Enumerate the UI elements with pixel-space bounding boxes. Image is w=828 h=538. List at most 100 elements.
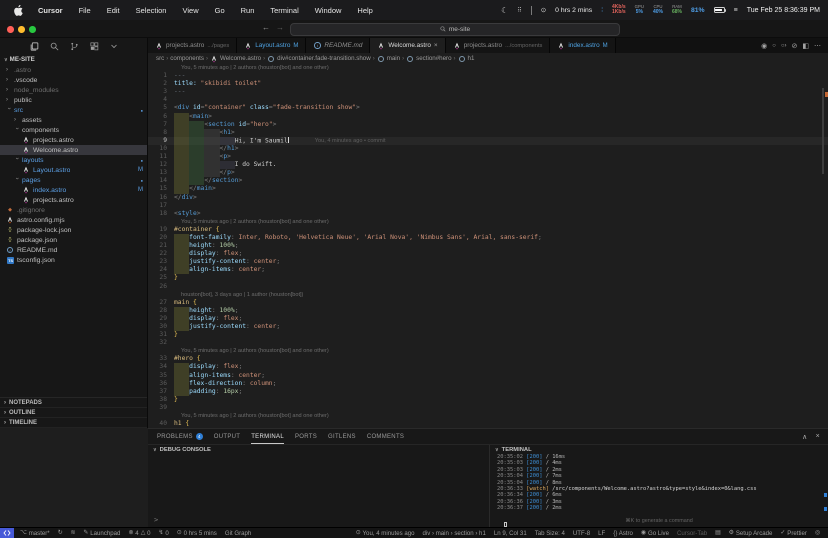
status-git-graph[interactable]: Git Graph [225, 530, 251, 537]
panel-close-icon[interactable]: × [816, 433, 820, 441]
search-view-icon[interactable] [50, 42, 59, 51]
status-gitlens[interactable]: ≋ [71, 530, 76, 536]
source-control-icon[interactable] [70, 42, 79, 51]
breadcrumb-item[interactable]: main [377, 55, 400, 63]
tab-layout-astro[interactable]: Layout.astroM [237, 38, 306, 53]
tree-item-astro-config-mjs[interactable]: astro.config.mjs [0, 215, 147, 225]
status-eol[interactable]: LF [598, 530, 605, 537]
network-stats[interactable]: 4Kb/s1Kb/s [612, 5, 626, 14]
tab-projects-astro[interactable]: projects.astro.../components [446, 38, 551, 53]
terminal-pane[interactable]: ∨TERMINAL 20:35:02 [200] / 16ms20:35:03 … [490, 445, 828, 527]
focus-moon-icon[interactable]: ☾ [501, 6, 508, 15]
split-editor-icon[interactable]: ◧ [802, 42, 809, 50]
tree-item--astro[interactable]: ›.astro [0, 65, 147, 75]
panel-tab-gitlens[interactable]: GITLENS [328, 429, 356, 444]
battery-icon[interactable] [714, 7, 725, 13]
tree-item-layout-astro[interactable]: Layout.astroM [0, 165, 147, 175]
extensions-icon[interactable] [90, 42, 99, 51]
tree-item-src[interactable]: ›src● [0, 105, 147, 115]
cpu-stat[interactable]: CPU40% [653, 5, 663, 14]
panel-tab-output[interactable]: OUTPUT [214, 429, 240, 444]
menu-clock[interactable]: Tue Feb 25 8:36:39 PM [747, 7, 820, 14]
tree-item-index-astro[interactable]: index.astroM [0, 185, 147, 195]
tree-item-projects-astro[interactable]: projects.astro [0, 135, 147, 145]
menu-item-selection[interactable]: Selection [128, 6, 175, 15]
breadcrumb-item[interactable]: src [156, 55, 164, 62]
tree-item-layouts[interactable]: ›layouts● [0, 155, 147, 165]
status-tab-size[interactable]: Tab Size: 4 [535, 530, 565, 537]
status-cursor-position[interactable]: Ln 9, Col 31 [494, 530, 527, 537]
remote-indicator[interactable] [0, 528, 14, 538]
status-language-mode[interactable]: {} Astro [613, 530, 633, 537]
status-notifications[interactable]: ◎ [815, 530, 820, 536]
debug-console-prompt[interactable]: > [154, 516, 158, 524]
tree-item-package-json[interactable]: {}package.json [0, 235, 147, 245]
panel-maximize-icon[interactable]: ∧ [802, 433, 807, 441]
grid-icon[interactable]: ⠿ [517, 7, 521, 14]
code-editor[interactable]: You, 5 minutes ago | 2 authors (houston[… [148, 64, 828, 428]
menu-item-view[interactable]: View [174, 6, 206, 15]
breadcrumb-item[interactable]: h1 [458, 55, 475, 63]
ram-stat[interactable]: RAM68% [672, 5, 682, 14]
status-setup-arcade[interactable]: ⚙Setup Arcade [729, 530, 773, 537]
tab-index-astro[interactable]: index.astroM [550, 38, 615, 53]
breadcrumb-item[interactable]: components [170, 55, 204, 62]
memory-pct[interactable]: 81% [691, 7, 705, 14]
sidebar-section-outline[interactable]: ›OUTLINE [0, 408, 147, 418]
breadcrumb-item[interactable]: div#container.fade-transition.show [267, 55, 371, 63]
tree-item-projects-astro[interactable]: projects.astro [0, 195, 147, 205]
menu-item-terminal[interactable]: Terminal [262, 6, 306, 15]
apple-icon[interactable] [12, 4, 24, 16]
more-actions-icon[interactable]: ⋯ [814, 42, 821, 50]
panel-tab-problems[interactable]: PROBLEMS4 [157, 429, 203, 444]
status-blame[interactable]: ⊙You, 4 minutes ago [356, 530, 415, 537]
status-time-tracker[interactable]: ⊙0 hrs 5 mins [177, 530, 217, 537]
menu-item-go[interactable]: Go [207, 6, 233, 15]
menu-item-run[interactable]: Run [233, 6, 263, 15]
more-views-chevron-icon[interactable] [110, 42, 118, 50]
panel-tab-ports[interactable]: PORTS [295, 429, 317, 444]
status-encoding[interactable]: UTF-8 [573, 530, 590, 537]
status-git-branch[interactable]: ⌥master* [20, 530, 50, 537]
compare-icon[interactable]: ○› [781, 43, 787, 49]
gpu-stat[interactable]: GPU5% [635, 5, 644, 14]
minimize-window-button[interactable] [18, 26, 25, 33]
status-prettier[interactable]: ✓Prettier [780, 530, 807, 537]
explorer-root[interactable]: ∨ME-SITE [0, 54, 147, 65]
run-icon[interactable]: ⊘ [792, 42, 798, 50]
status-go-live[interactable]: ◉Go Live [641, 530, 669, 537]
command-center-search[interactable]: me-site [290, 23, 620, 36]
tree-item-components[interactable]: ›components [0, 125, 147, 135]
session-time[interactable]: 0 hrs 2 mins [555, 7, 592, 14]
breadcrumb-item[interactable]: section#hero [406, 55, 451, 63]
menu-item-file[interactable]: File [71, 6, 99, 15]
status-sync[interactable]: ↻ [58, 530, 63, 536]
explorer-icon[interactable] [30, 42, 39, 51]
tree-item-tsconfig-json[interactable]: TStsconfig.json [0, 255, 147, 265]
stack-icon[interactable]: ≡ [734, 7, 738, 14]
editor-scrollbar[interactable] [822, 88, 824, 174]
menu-item-help[interactable]: Help [349, 6, 380, 15]
tree-item-package-lock-json[interactable]: {}package-lock.json [0, 225, 147, 235]
tree-item-public[interactable]: ›public [0, 95, 147, 105]
outline-icon[interactable]: ○ [772, 43, 776, 49]
sidebar-section-notepads[interactable]: ›NOTEPADS [0, 398, 147, 408]
nav-back-icon[interactable]: ← [262, 23, 270, 32]
zoom-window-button[interactable] [29, 26, 36, 33]
close-window-button[interactable] [7, 26, 14, 33]
status-printer[interactable]: ▤ [715, 530, 720, 536]
tab-projects-astro[interactable]: projects.astro.../pages [148, 38, 237, 53]
tab-readme-md[interactable]: iREADME.md [306, 38, 370, 53]
toggle-blame-icon[interactable]: ◉ [761, 42, 767, 50]
tab-close-icon[interactable]: × [434, 42, 438, 49]
panel-tab-terminal[interactable]: TERMINAL [251, 429, 284, 444]
menu-item-window[interactable]: Window [307, 6, 350, 15]
status-cursor-tab[interactable]: Cursor-Tab [677, 530, 707, 537]
sidebar-section-timeline[interactable]: ›TIMELINE [0, 418, 147, 428]
status-launchpad[interactable]: ✎Launchpad [83, 530, 120, 537]
tree-item-assets[interactable]: ›assets [0, 115, 147, 125]
tree-item--vscode[interactable]: ›.vscode [0, 75, 147, 85]
tree-item-node-modules[interactable]: ›node_modules [0, 85, 147, 95]
status-ports[interactable]: ↯0 [159, 530, 169, 537]
tree-item--gitignore[interactable]: ◆.gitignore [0, 205, 147, 215]
